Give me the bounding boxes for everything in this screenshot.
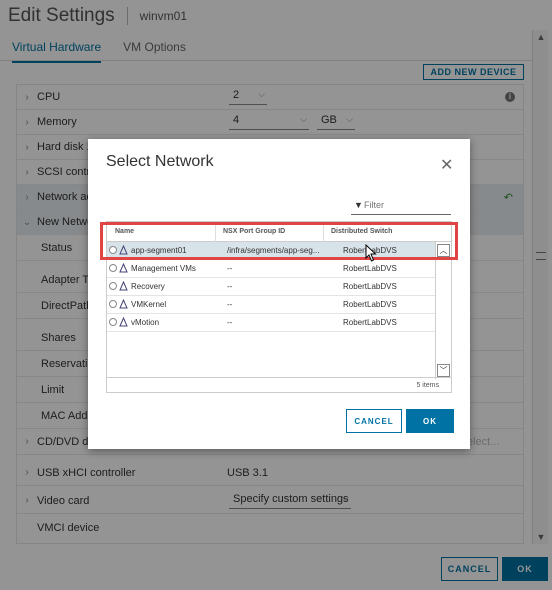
network-icon <box>119 281 128 291</box>
network-row[interactable]: Management VMs -- RobertLabDVS <box>107 260 435 278</box>
filter-icon: ▼ <box>354 200 363 210</box>
col-divider <box>323 222 324 242</box>
grid-header: Name NSX Port Group ID Distributed Switc… <box>107 222 451 242</box>
grid-footer: 5 items <box>107 377 451 392</box>
grid-scrollbar[interactable]: ︿ ﹀ <box>435 242 451 379</box>
network-row[interactable]: Recovery -- RobertLabDVS <box>107 278 435 296</box>
row-name: vMotion <box>131 318 160 327</box>
row-name: VMKernel <box>131 300 167 309</box>
row-port-group: -- <box>227 318 233 327</box>
col-switch[interactable]: Distributed Switch <box>331 228 392 235</box>
mouse-cursor-icon <box>365 244 377 262</box>
network-icon <box>119 317 128 327</box>
col-divider <box>215 222 216 242</box>
radio-button[interactable] <box>109 300 117 308</box>
row-name: app-segment01 <box>131 246 187 255</box>
row-switch: RobertLabDVS <box>343 264 397 273</box>
col-port-group[interactable]: NSX Port Group ID <box>223 228 285 235</box>
network-icon <box>119 263 128 273</box>
item-count: 5 items <box>416 382 439 389</box>
network-row[interactable]: app-segment01 /infra/segments/app-seg...… <box>107 242 435 260</box>
radio-button[interactable] <box>109 318 117 326</box>
chevron-down-icon[interactable]: ﹀ <box>437 364 450 377</box>
chevron-up-icon[interactable]: ︿ <box>437 244 450 257</box>
row-switch: RobertLabDVS <box>343 282 397 291</box>
modal-cancel-button[interactable]: CANCEL <box>346 409 402 433</box>
row-port-group: -- <box>227 264 233 273</box>
row-name: Management VMs <box>131 264 196 273</box>
col-name[interactable]: Name <box>115 228 134 235</box>
row-port-group: /infra/segments/app-seg... <box>227 246 320 255</box>
row-switch: RobertLabDVS <box>343 300 397 309</box>
radio-button[interactable] <box>109 264 117 272</box>
filter-placeholder: Filter <box>364 200 384 210</box>
close-icon[interactable]: ✕ <box>440 155 453 175</box>
row-port-group: -- <box>227 300 233 309</box>
row-switch: RobertLabDVS <box>343 318 397 327</box>
radio-button[interactable] <box>109 282 117 290</box>
row-port-group: -- <box>227 282 233 291</box>
network-icon <box>119 299 128 309</box>
network-row[interactable]: vMotion -- RobertLabDVS <box>107 314 435 332</box>
radio-button[interactable] <box>109 246 117 254</box>
modal-title: Select Network <box>106 153 214 170</box>
select-network-modal: Select Network ✕ ▼ Filter Name NSX Port … <box>88 139 470 449</box>
row-name: Recovery <box>131 282 165 291</box>
modal-ok-button[interactable]: OK <box>406 409 454 433</box>
network-icon <box>119 245 128 255</box>
filter-input[interactable]: ▼ Filter <box>351 197 451 215</box>
network-row[interactable]: VMKernel -- RobertLabDVS <box>107 296 435 314</box>
network-grid: Name NSX Port Group ID Distributed Switc… <box>106 221 452 393</box>
